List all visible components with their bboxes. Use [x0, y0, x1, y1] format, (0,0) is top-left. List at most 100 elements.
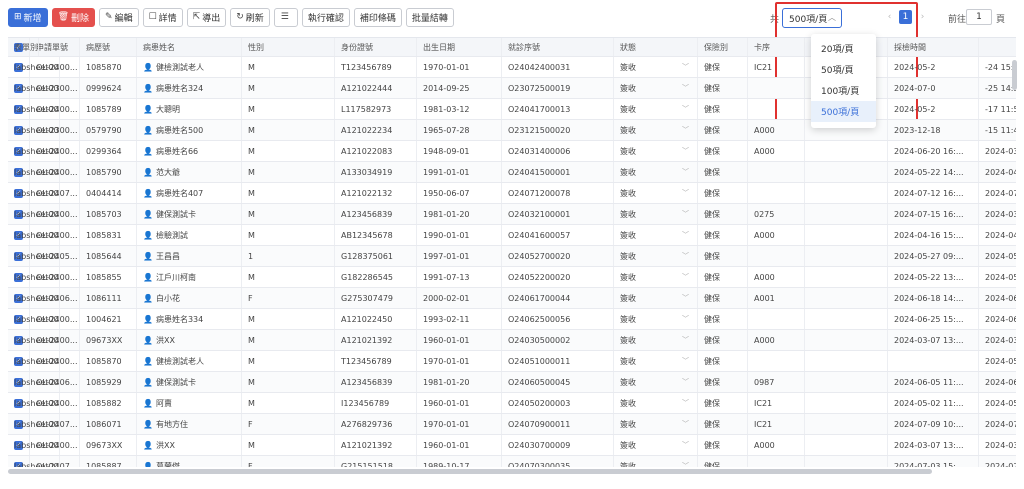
edit-button[interactable]: ✎ 編輯	[99, 7, 139, 27]
column-header[interactable]: 出生日期	[417, 38, 502, 56]
detail-button[interactable]: ☐ 詳情	[142, 7, 183, 27]
reprint-button[interactable]: 補印條碼	[353, 7, 402, 27]
status-select[interactable]: 簽收 ﹀	[614, 435, 698, 455]
status-select[interactable]: 簽收 ﹀	[614, 162, 698, 182]
status-select[interactable]: 簽收 ﹀	[614, 456, 698, 467]
table-cell: 0275	[748, 204, 805, 224]
status-select[interactable]: 簽收 ﹀	[614, 267, 698, 287]
table-cell: 👤 病患姓名324	[137, 78, 242, 98]
column-header[interactable]: 採檢時間	[888, 38, 979, 56]
vertical-scrollbar[interactable]	[1012, 60, 1017, 90]
status-select[interactable]: 簽收 ﹀	[614, 57, 698, 77]
add-button[interactable]: ⊞ 新增	[8, 7, 48, 27]
chevron-down-icon: ﹀	[682, 252, 689, 260]
table-cell: 健保	[698, 78, 748, 98]
status-select[interactable]: 簽收 ﹀	[614, 351, 698, 371]
next-page-button[interactable]: ›	[916, 10, 929, 24]
status-value: 簽收	[620, 146, 636, 156]
page-size-option[interactable]: 500項/頁	[811, 101, 876, 122]
table-cell: 1997-01-01	[417, 246, 502, 266]
status-select[interactable]: 簽收 ﹀	[614, 204, 698, 224]
chevron-up-icon: ︿	[828, 13, 836, 22]
table-row[interactable]: ✓ OL-2400... 1085882 👤 阿賣 M I123456789 1960-01-…	[8, 393, 1016, 414]
status-select[interactable]: 簽收 ﹀	[614, 225, 698, 245]
status-select[interactable]: 簽收 ﹀	[614, 120, 698, 140]
table-cell: O24030700009	[502, 435, 614, 455]
table-cell: A000	[748, 141, 805, 161]
page-size-option[interactable]: 50項/頁	[811, 59, 876, 80]
batch-button[interactable]: 批量結轉	[405, 7, 454, 27]
page-size-select[interactable]: 500項/頁 ︿	[782, 8, 842, 28]
status-select[interactable]: 簽收 ﹀	[614, 288, 698, 308]
page-number-current[interactable]: 1	[899, 10, 912, 24]
table-row[interactable]: ✓ OL-2400... 0299364 👤 病患姓名66 M A121022083 1948…	[8, 141, 1016, 162]
table-row[interactable]: ✓ OL-2400... 1004621 👤 病患姓名334 M A121022450 199…	[8, 309, 1016, 330]
columns-button[interactable]: ☰	[273, 7, 298, 27]
table-cell: 1085882	[80, 393, 137, 413]
table-row[interactable]: ✓ OL-2406... 1086111 👤 白小花 F G275307479 2000-02…	[8, 288, 1016, 309]
status-select[interactable]: 簽收 ﹀	[614, 372, 698, 392]
horizontal-scrollbar[interactable]	[8, 469, 932, 474]
column-header[interactable]: 身份證號	[335, 38, 417, 56]
table-row[interactable]: ✓ OL-2400... 09673XX 👤 洪XX M A121021392 1960-01…	[8, 435, 1016, 456]
delete-button[interactable]: 🗑 刪除	[51, 7, 96, 27]
status-select[interactable]: 簽收 ﹀	[614, 99, 698, 119]
person-icon: 👤	[143, 398, 153, 408]
table-cell: O24042400031	[502, 57, 614, 77]
confirm-button[interactable]: 執行確認	[301, 7, 350, 27]
column-header[interactable]: 保險別	[698, 38, 748, 56]
table-row[interactable]: ✓ OL-2406... 1085929 👤 健保測試卡 M A123456839 1981-…	[8, 372, 1016, 393]
status-select[interactable]: 簽收 ﹀	[614, 141, 698, 161]
table-row[interactable]: ✓ OL-2400... 1085831 👤 檢驗測試 M AB12345678 1990-0…	[8, 225, 1016, 246]
column-header[interactable]: 就診序號	[502, 38, 614, 56]
column-header[interactable]: 病患姓名	[137, 38, 242, 56]
table-row[interactable]: ✓ OL-2400... 1085870 👤 健檢測試老人 M T123456789 1970…	[8, 351, 1016, 372]
table-row[interactable]: ✓ OL-2400... 1085855 👤 江戶川柯南 M G182286545 1991-…	[8, 267, 1016, 288]
column-header[interactable]: 病歷號	[80, 38, 137, 56]
table-cell: 健保	[698, 225, 748, 245]
chevron-right-icon: ›	[920, 12, 925, 22]
column-header[interactable]: 卡序	[748, 38, 805, 56]
goto-unit: 頁	[996, 15, 1006, 25]
page-size-option[interactable]: 100項/頁	[811, 80, 876, 101]
column-header[interactable]: 狀態	[614, 38, 698, 56]
person-icon: 👤	[143, 356, 153, 366]
person-icon: 👤	[143, 419, 153, 429]
table-row[interactable]: ✓ OL-2400... 09673XX 👤 洪XX M A121021392 1960-01…	[8, 330, 1016, 351]
table-cell: M	[242, 57, 335, 77]
table-cell: 👤 健保測試卡	[137, 204, 242, 224]
table-row[interactable]: ✓ OL-2407... 1086071 👤 有地方住 F A276829736 1970-0…	[8, 414, 1016, 435]
table-cell	[805, 330, 888, 350]
table-cell: M	[242, 372, 335, 392]
table-row[interactable]: ✓ OL-2407... 1085887 👤 葛蘭傑 F G215151518 1989-10…	[8, 456, 1016, 467]
table-cell: 2024-07-03 12:48:00	[979, 456, 1016, 468]
export-button[interactable]: ⇱ 導出	[186, 7, 227, 27]
table-cell: A000	[748, 120, 805, 140]
page-size-option[interactable]: 20項/頁	[811, 38, 876, 59]
status-select[interactable]: 簽收 ﹀	[614, 393, 698, 413]
table-row[interactable]: ✓ OL-2400... 1085703 👤 健保測試卡 M A123456839 1981-…	[8, 204, 1016, 225]
table-row[interactable]: ✓ OL-2407... 0404414 👤 病患姓名407 M A121022132 195…	[8, 183, 1016, 204]
table-cell	[748, 183, 805, 203]
status-select[interactable]: 簽收 ﹀	[614, 330, 698, 350]
table-cell: 👤 病患姓名334	[137, 309, 242, 329]
column-header[interactable]	[979, 38, 1016, 56]
column-header[interactable]: 性別	[242, 38, 335, 56]
table-cell: 👤 病患姓名407	[137, 183, 242, 203]
goto-input[interactable]: 1	[966, 9, 992, 25]
status-select[interactable]: 簽收 ﹀	[614, 414, 698, 434]
status-select[interactable]: 簽收 ﹀	[614, 309, 698, 329]
refresh-button[interactable]: ↻ 刷新	[230, 7, 270, 27]
status-select[interactable]: 簽收 ﹀	[614, 78, 698, 98]
chevron-down-icon: ﹀	[682, 378, 689, 386]
table-cell: 健保	[698, 267, 748, 287]
column-header[interactable]: 表單別	[8, 38, 39, 56]
prev-page-button[interactable]: ‹	[883, 10, 896, 24]
table-row[interactable]: ✓ OL-2405... 1085644 👤 王昌昌 1 G128375061 1997-01…	[8, 246, 1016, 267]
table-cell: labsheet00	[8, 99, 60, 119]
table-row[interactable]: ✓ OL-2400... 1085790 👤 范大爺 M A133034919 1991-01…	[8, 162, 1016, 183]
status-select[interactable]: 簽收 ﹀	[614, 246, 698, 266]
status-select[interactable]: 簽收 ﹀	[614, 183, 698, 203]
table-cell	[805, 162, 888, 182]
table-cell: 2024-04-15 09:10:00	[979, 162, 1016, 182]
